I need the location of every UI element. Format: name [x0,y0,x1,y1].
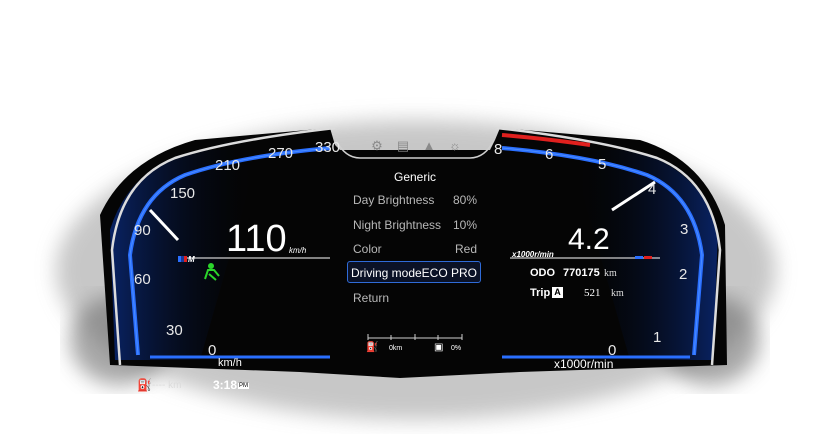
rpm-value: 4.2 [568,223,610,256]
rpm-tick: 1 [653,329,662,346]
speed-tick: 90 [134,222,151,239]
menu-item-day-brightness[interactable]: Day Brightness 80% [350,189,480,209]
speed-tick: 330 [315,139,341,156]
rpm-tick: 6 [545,146,554,163]
rpm-unit: x1000r/min [512,250,554,259]
menu-item-value: ECO PRO [421,266,477,280]
speed-tick: 270 [268,145,294,162]
rpm-tick: 2 [679,266,688,283]
document-icon[interactable]: ▤ [394,138,412,154]
menu-item-label: Driving mode [351,266,422,280]
trip-badge: A [552,287,563,298]
fuel-pump-icon: ⛽ [366,342,379,353]
speed-tick: 150 [170,185,196,202]
speed-unit: km/h [289,246,307,255]
menu-item-label: Day Brightness [353,193,435,207]
rpm-tick: 3 [680,221,689,238]
speed-tick: 210 [215,157,241,174]
odometer-label: ODO [530,267,556,279]
clock-time: 3:18 [213,378,238,392]
speed-tick: 30 [166,322,183,339]
menu-item-value: 80% [452,193,477,207]
menu-item-value: 10% [452,218,477,232]
speed-value: 110 [226,218,287,260]
car-icon[interactable]: ▲ [420,138,438,154]
speed-tick: 60 [134,271,151,288]
menu-item-label: Night Brightness [353,218,442,232]
menu-item-label: Color [353,242,382,256]
speed-tick: 0 [208,342,217,359]
fuel-percent-label: 0% [451,345,462,352]
trip-label: Trip [530,287,551,299]
menu-item-color[interactable]: Color Red [350,238,480,258]
rpm-tick: 5 [598,156,607,173]
battery-icon: ▣ [434,342,444,353]
fuel-range-label: 0km [389,345,403,352]
odometer-value: 770175 [563,267,600,279]
trip-unit: km [611,288,624,299]
menu-item-value: Red [454,242,477,256]
gear-icon[interactable]: ☼ [446,138,464,154]
menu-item-night-brightness[interactable]: Night Brightness 10% [350,214,480,234]
odometer-unit: km [604,268,617,279]
menu-item-return[interactable]: Return [350,287,480,307]
menu-item-driving-mode[interactable]: Driving mode ECO PRO [347,261,481,283]
range-readout: ---- km [152,380,182,391]
rpm-tick: 4 [648,181,657,198]
clock-suffix: PM [238,383,249,389]
rpm-tick: 0 [608,342,617,359]
speedometer-scale-unit: km/h [218,357,242,369]
wrench-icon[interactable]: ⚙ [368,138,386,154]
trip-value: 521 [584,287,601,299]
rpm-tick: 8 [494,141,503,158]
menu-item-label: Return [353,291,390,305]
menu-title: Generic [393,170,437,184]
fuel-range-icon: ⛽ [137,378,152,392]
tachometer-scale-unit: x1000r/min [554,357,614,371]
svg-text:M: M [188,255,195,264]
